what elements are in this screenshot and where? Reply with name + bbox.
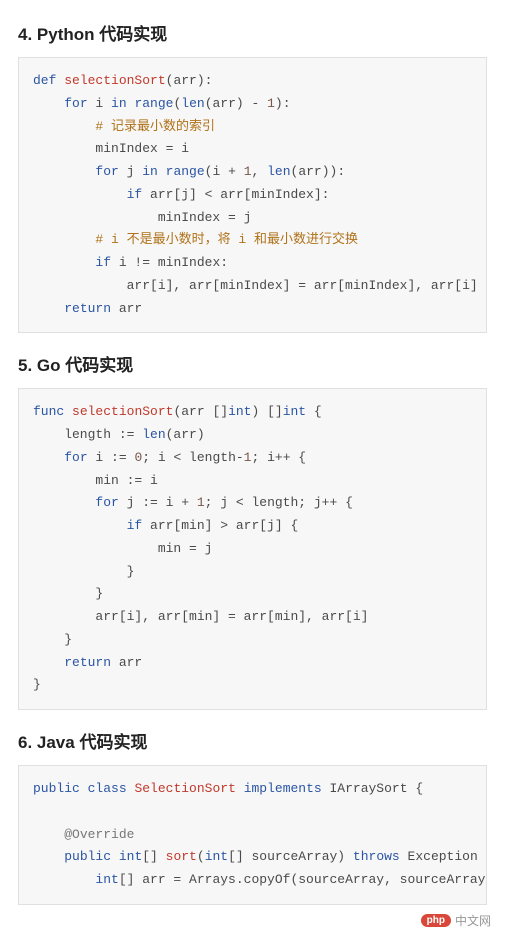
watermark: php 中文网 — [421, 912, 491, 929]
code-block-java: public class SelectionSort implements IA… — [18, 765, 487, 905]
heading-go: 5. Go 代码实现 — [18, 351, 487, 376]
heading-python: 4. Python 代码实现 — [18, 20, 487, 45]
code-block-python: def selectionSort(arr): for i in range(l… — [18, 57, 487, 333]
watermark-text: 中文网 — [455, 912, 491, 929]
watermark-pill: php — [421, 914, 451, 927]
code-block-go: func selectionSort(arr []int) []int { le… — [18, 388, 487, 710]
heading-java: 6. Java 代码实现 — [18, 728, 487, 753]
